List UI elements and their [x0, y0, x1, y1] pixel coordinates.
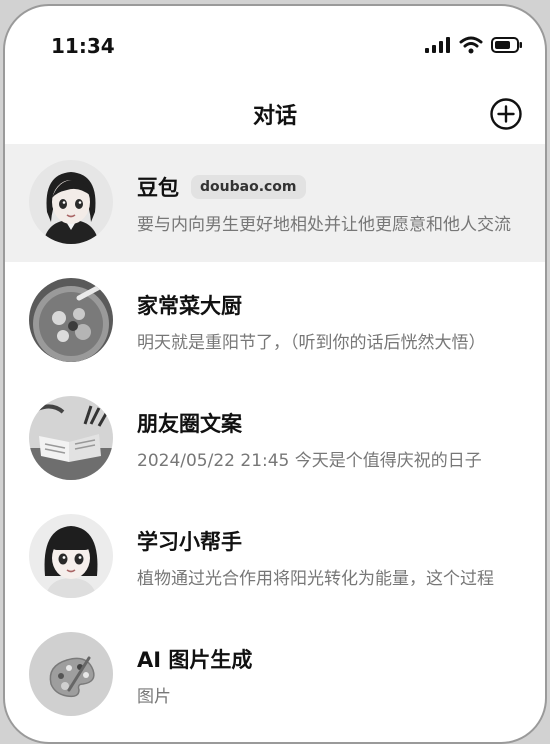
conversation-item-doubao[interactable]: 豆包 doubao.com 要与内向男生更好地相处并让他更愿意和他人交流: [5, 144, 545, 262]
conversation-title-row: 学习小帮手: [137, 526, 242, 556]
conversation-title-row: 家常菜大厨: [137, 290, 242, 320]
conversation-list: 豆包 doubao.com 要与内向男生更好地相处并让他更愿意和他人交流 家常菜…: [5, 144, 545, 734]
conversation-title-row: 豆包 doubao.com: [137, 172, 306, 202]
domain-badge: doubao.com: [191, 175, 306, 199]
conversation-name: 豆包: [137, 176, 179, 200]
cartoon-girl-bangs-avatar: [29, 514, 113, 598]
signal-icon: [425, 37, 450, 53]
battery-icon: [491, 37, 522, 53]
conversation-preview: 植物通过光合作用将阳光转化为能量，这个过程: [137, 569, 494, 589]
conversation-preview: 明天就是重阳节了，（听到你的话后恍然大悟）: [137, 333, 486, 353]
plus-circle-icon[interactable]: [489, 97, 523, 131]
conversation-name: 朋友圈文案: [137, 412, 242, 436]
conversation-name: AI 图片生成: [137, 648, 253, 672]
status-bar: 11:34: [5, 6, 545, 86]
conversation-title-row: AI 图片生成: [137, 644, 252, 674]
conversation-item-study-helper[interactable]: 学习小帮手 植物通过光合作用将阳光转化为能量，这个过程: [5, 498, 545, 616]
conversation-item-moments-copy[interactable]: 朋友圈文案 2024/05/22 21:45 今天是个值得庆祝的日子: [5, 380, 545, 498]
conversation-name: 家常菜大厨: [137, 294, 242, 318]
conversation-title-row: 朋友圈文案: [137, 408, 242, 438]
conversation-item-chef[interactable]: 家常菜大厨 明天就是重阳节了，（听到你的话后恍然大悟）: [5, 262, 545, 380]
page-title: 对话: [252, 104, 297, 129]
conversation-preview: 图片: [137, 687, 171, 707]
phone-frame: 11:34 对话 豆包 doubao.com 要与内向男生更好地相处并让他更愿意…: [3, 4, 547, 744]
status-icons: [425, 36, 523, 54]
conversation-name: 学习小帮手: [137, 530, 242, 554]
cartoon-girl-avatar: [29, 160, 113, 244]
header: 对话: [5, 86, 545, 142]
conversation-item-ai-image[interactable]: AI 图片生成 图片: [5, 616, 545, 734]
status-time: 11:34: [51, 34, 115, 58]
wifi-icon: [459, 36, 483, 54]
conversation-preview: 要与内向男生更好地相处并让他更愿意和他人交流: [137, 215, 511, 235]
palette-avatar: [29, 632, 113, 716]
scenery-book-avatar: [29, 396, 113, 480]
food-dish-avatar: [29, 278, 113, 362]
conversation-preview: 2024/05/22 21:45 今天是个值得庆祝的日子: [137, 451, 482, 471]
